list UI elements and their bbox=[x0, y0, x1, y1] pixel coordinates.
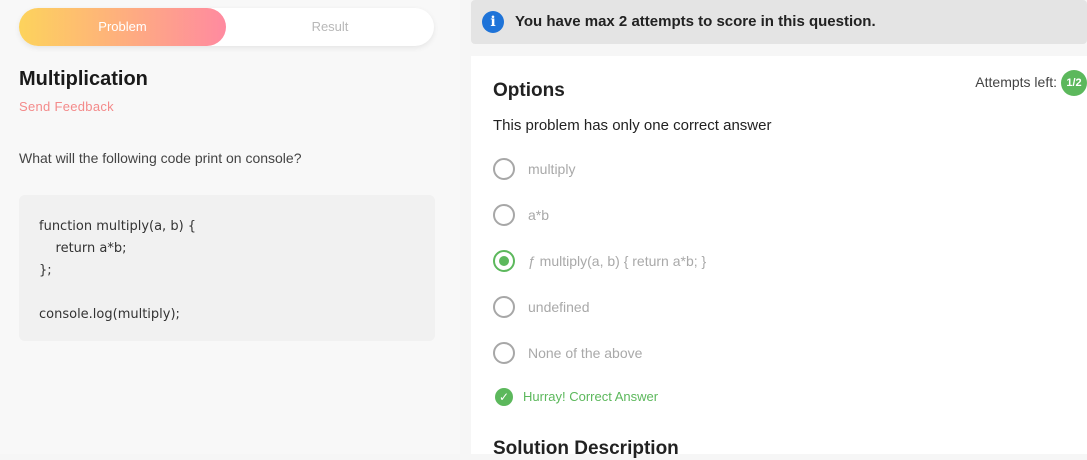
radio-button[interactable] bbox=[493, 342, 515, 364]
correct-answer-message: Hurray! Correct Answer bbox=[523, 389, 659, 404]
code-block: function multiply(a, b) { return a*b; };… bbox=[19, 195, 435, 341]
options-heading: Options bbox=[493, 80, 565, 101]
code-line: }; bbox=[39, 263, 52, 278]
send-feedback-link[interactable]: Send Feedback bbox=[19, 99, 114, 114]
problem-title: Multiplication bbox=[19, 68, 148, 90]
option-label: None of the above bbox=[528, 345, 643, 361]
attempts-left-label: Attempts left: bbox=[975, 74, 1057, 90]
code-line: function multiply(a, b) { bbox=[39, 219, 197, 234]
tab-problem[interactable]: Problem bbox=[19, 8, 226, 46]
tab-result[interactable]: Result bbox=[226, 8, 434, 46]
option-label: ƒ multiply(a, b) { return a*b; } bbox=[528, 253, 707, 269]
problem-panel: Problem Result Multiplication Send Feedb… bbox=[0, 0, 460, 454]
radio-button[interactable] bbox=[493, 296, 515, 318]
check-circle-icon: ✓ bbox=[495, 388, 513, 406]
solution-heading: Solution Description bbox=[493, 438, 679, 459]
attempts-left-badge: 1/2 bbox=[1061, 70, 1087, 96]
option-label: a*b bbox=[528, 207, 550, 223]
banner-text: You have max 2 attempts to score in this… bbox=[515, 13, 876, 30]
options-subtitle: This problem has only one correct answer bbox=[493, 117, 772, 134]
radio-button[interactable] bbox=[493, 204, 515, 226]
attempts-banner: i You have max 2 attempts to score in th… bbox=[471, 0, 1087, 44]
options-card: Options Attempts left: 1/2 This problem … bbox=[471, 56, 1087, 459]
code-line: console.log(multiply); bbox=[39, 307, 180, 322]
radio-button-selected[interactable] bbox=[493, 250, 515, 272]
info-icon: i bbox=[482, 11, 504, 33]
question-text: What will the following code print on co… bbox=[19, 150, 302, 166]
answer-panel: i You have max 2 attempts to score in th… bbox=[460, 0, 1087, 459]
tab-bar: Problem Result bbox=[19, 8, 434, 46]
option-label: undefined bbox=[528, 299, 590, 315]
option-label: multiply bbox=[528, 161, 576, 177]
code-line: return a*b; bbox=[39, 241, 127, 256]
radio-button[interactable] bbox=[493, 158, 515, 180]
